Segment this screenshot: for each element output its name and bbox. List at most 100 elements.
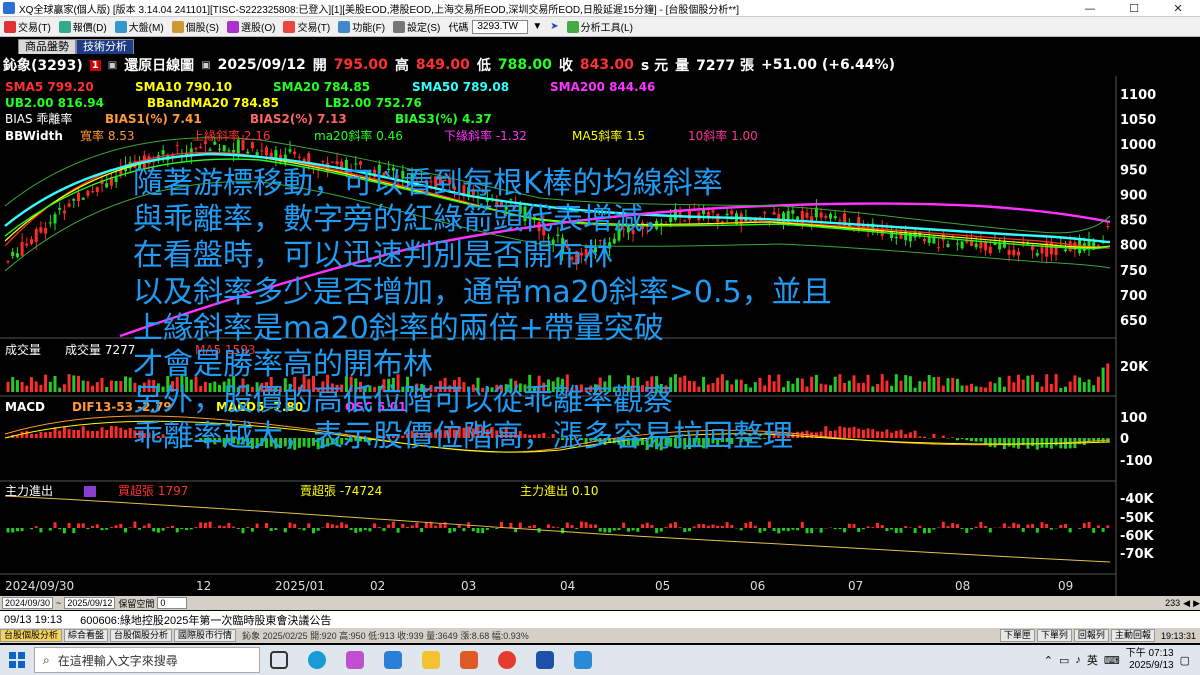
force-bar bbox=[669, 523, 673, 528]
report-row-button[interactable]: 回報列 bbox=[1073, 629, 1109, 642]
order-row-button[interactable]: 下單列 bbox=[1036, 629, 1072, 642]
notification-icon[interactable]: ▢ bbox=[1180, 654, 1190, 667]
menu-stock[interactable]: 個股(S) bbox=[168, 19, 223, 34]
cursor-icon[interactable]: ➤ bbox=[546, 21, 562, 32]
menu-bar: 交易(T) 報價(D) 大盤(M) 個股(S) 選股(O) 交易(T) 功能(F… bbox=[0, 17, 1200, 37]
order-box-button[interactable]: 下單匣 bbox=[999, 629, 1035, 642]
menu-settings[interactable]: 設定(S) bbox=[389, 19, 444, 34]
candle-body bbox=[194, 148, 198, 150]
force-bar bbox=[782, 528, 785, 531]
force-bar bbox=[293, 523, 297, 528]
range-separator: ~ bbox=[56, 598, 62, 608]
force-bar bbox=[81, 523, 85, 528]
force-bar bbox=[396, 528, 400, 533]
force-bar bbox=[626, 528, 630, 532]
tab-technical-analysis[interactable]: 技術分析 bbox=[76, 39, 134, 54]
close-button[interactable]: ✕ bbox=[1156, 2, 1200, 15]
volume-bar bbox=[34, 381, 38, 392]
from-date-input[interactable]: 2024/09/30 bbox=[2, 597, 54, 609]
force-bar bbox=[579, 521, 583, 528]
zoom-in-icon[interactable]: ▶ bbox=[1193, 598, 1200, 609]
chart-type-icon[interactable]: ▣ bbox=[201, 60, 210, 71]
analysis-tools-menu[interactable]: 分析工具(L) bbox=[563, 19, 637, 34]
to-date-input[interactable]: 2025/09/12 bbox=[64, 597, 116, 609]
menu-market[interactable]: 大盤(M) bbox=[111, 19, 168, 34]
store-icon[interactable] bbox=[374, 645, 412, 675]
menu-quote[interactable]: 報價(D) bbox=[55, 19, 111, 34]
status-quote: 鈊象 2025/02/25 開:920 高:950 低:913 收:939 量:… bbox=[242, 631, 529, 641]
tab-intl-market[interactable]: 國際股市行情 bbox=[174, 629, 237, 642]
annotation-line: 上緣斜率是ma20斜率的兩倍+帶量突破 bbox=[133, 310, 664, 346]
force-bar bbox=[218, 525, 221, 528]
xq-app-icon[interactable] bbox=[526, 645, 564, 675]
chart-mode[interactable]: 還原日線圖 bbox=[124, 55, 194, 75]
sma50-label: SMA50 789.08 bbox=[412, 80, 509, 94]
menu-function[interactable]: 功能(F) bbox=[334, 19, 389, 34]
force-bar bbox=[222, 525, 226, 528]
maximize-button[interactable]: ☐ bbox=[1112, 2, 1156, 15]
copilot-icon[interactable] bbox=[336, 645, 374, 675]
taskbar-clock[interactable]: 下午 07:13 2025/9/13 bbox=[1126, 648, 1174, 672]
force-bar bbox=[67, 522, 71, 528]
status-bar: 台股個股分析 綜合看盤 台股個股分析 國際股市行情 鈊象 2025/02/25 … bbox=[0, 628, 1200, 643]
annotation-line: 才會是勝率高的開布林 bbox=[133, 347, 433, 383]
minimize-button[interactable]: — bbox=[1068, 2, 1112, 15]
tab-market-overview[interactable]: 商品盤勢 bbox=[18, 39, 76, 54]
tab-stock-analysis-2[interactable]: 台股個股分析 bbox=[110, 629, 173, 642]
ime-indicator[interactable]: 英 bbox=[1087, 652, 1098, 668]
chevron-up-icon[interactable]: ⌃ bbox=[1044, 654, 1053, 667]
dropdown-icon[interactable]: ▼ bbox=[528, 21, 546, 32]
force-bar bbox=[58, 528, 62, 530]
keep-space-input[interactable]: 0 bbox=[157, 597, 188, 609]
network-icon[interactable]: ▭ bbox=[1059, 654, 1069, 667]
force-bar bbox=[608, 528, 612, 533]
mail-icon[interactable] bbox=[450, 645, 488, 675]
tab-stock-analysis[interactable]: 台股個股分析 bbox=[0, 629, 63, 642]
active-report-button[interactable]: 主動回報 bbox=[1110, 629, 1155, 642]
menu-trade-2[interactable]: 交易(T) bbox=[279, 19, 334, 34]
bias3-label: BIAS3(%) 4.37 bbox=[395, 112, 492, 126]
paint-icon[interactable] bbox=[564, 645, 602, 675]
force-bar bbox=[391, 521, 395, 528]
chart-mode-icon[interactable]: ▣ bbox=[108, 60, 117, 71]
force-bar bbox=[1035, 528, 1039, 533]
code-input[interactable]: 3293.TW bbox=[472, 19, 529, 34]
osc-bar bbox=[114, 426, 118, 438]
candle-body bbox=[359, 161, 362, 165]
force-bar bbox=[744, 523, 748, 528]
news-ticker[interactable]: 09/13 19:13 600606:綠地控股2025年第一次臨時股東會決議公告 bbox=[0, 611, 1200, 628]
date-axis: 2024/09/30 12 2025/01 02 03 04 05 06 07 08 09 bbox=[5, 579, 1073, 593]
windows-start-icon[interactable] bbox=[0, 645, 34, 675]
force-bar bbox=[344, 524, 348, 528]
zoom-out-icon[interactable]: ◀ bbox=[1183, 598, 1190, 609]
volume-bar bbox=[128, 377, 132, 392]
volume-icon[interactable]: ♪ bbox=[1075, 654, 1081, 666]
osc-bar bbox=[77, 429, 80, 438]
candle-body bbox=[335, 161, 339, 165]
osc-bar bbox=[72, 429, 76, 438]
menu-screen[interactable]: 選股(O) bbox=[223, 19, 279, 34]
stock-symbol[interactable]: 鈊象(3293) bbox=[3, 55, 83, 75]
status-time: 19:13:31 bbox=[1160, 630, 1196, 641]
force-bar bbox=[241, 528, 245, 534]
keyboard-icon[interactable]: ⌨ bbox=[1104, 654, 1120, 667]
edge-icon[interactable] bbox=[298, 645, 336, 675]
force-bar bbox=[161, 528, 165, 531]
force-bar bbox=[368, 528, 372, 532]
force-bar bbox=[1012, 522, 1016, 528]
volume-bar bbox=[91, 385, 95, 392]
tab-overview[interactable]: 綜合看盤 bbox=[64, 629, 109, 642]
volume-bar bbox=[48, 381, 52, 392]
force-tick-label: -40K bbox=[1120, 492, 1154, 507]
list-icon[interactable] bbox=[84, 486, 96, 497]
taskbar-search[interactable]: ⌕ 在這裡輸入文字來搜尋 bbox=[34, 647, 260, 673]
task-view-icon[interactable] bbox=[260, 645, 298, 675]
file-explorer-icon[interactable] bbox=[412, 645, 450, 675]
candle-body bbox=[86, 190, 90, 196]
news-text[interactable]: 600606:綠地控股2025年第一次臨時股東會決議公告 bbox=[80, 612, 331, 628]
force-bar bbox=[1021, 528, 1025, 532]
menu-trade[interactable]: 交易(T) bbox=[0, 19, 55, 34]
chrome-icon[interactable] bbox=[488, 645, 526, 675]
volume-bar bbox=[86, 381, 90, 392]
main-force-title: 主力進出 bbox=[5, 484, 53, 498]
